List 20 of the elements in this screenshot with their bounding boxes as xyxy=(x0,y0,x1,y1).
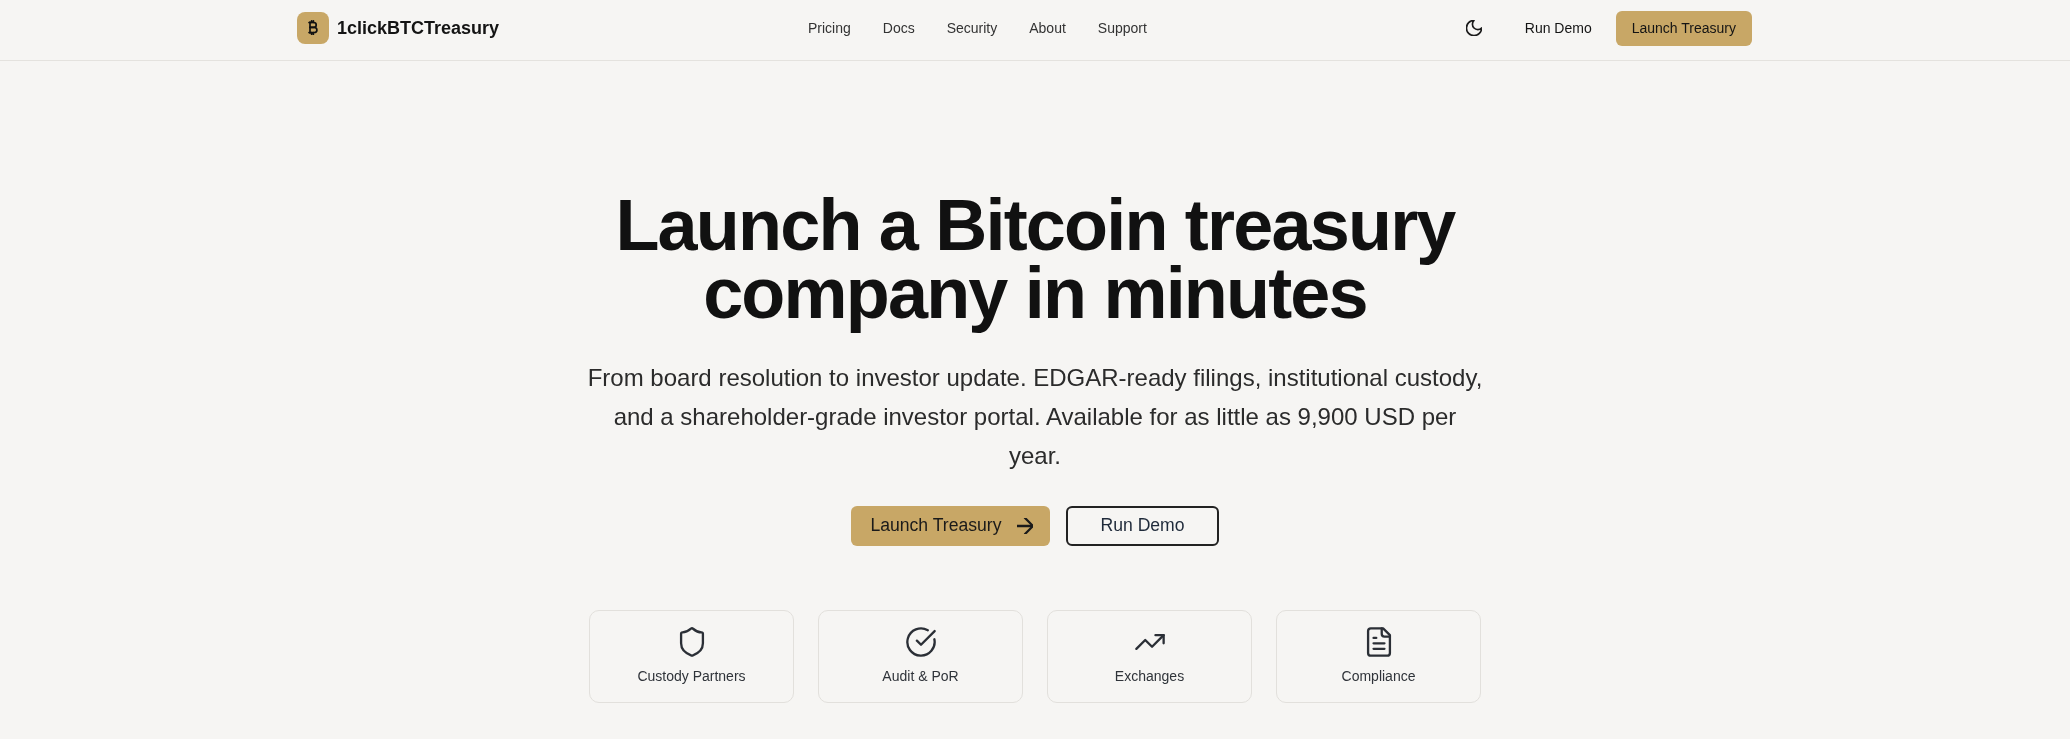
demo-button[interactable]: Run Demo xyxy=(1066,505,1219,546)
launch-button[interactable]: Launch Treasury xyxy=(1615,10,1752,46)
nav-link[interactable]: Docs xyxy=(882,20,915,36)
feature-label: Exchanges xyxy=(1114,666,1185,686)
hero-subtitle: From board resolution to investor update. EDGAR-ready filings, institutional custody, and a shareholder-grade investor portal. Available for as little as 9,900 USD per year. xyxy=(586,362,1484,471)
nav-link[interactable]: Support xyxy=(1097,20,1147,36)
feature-label: Audit & PoR xyxy=(882,666,959,686)
feature-label: Custody Partners xyxy=(637,666,746,686)
check-circle-icon xyxy=(905,626,936,657)
bitcoin-icon xyxy=(297,12,329,44)
brand-name: 1clickBTCTreasury xyxy=(337,17,500,39)
moon-icon xyxy=(1465,20,1482,36)
launch-button[interactable]: Launch Treasury xyxy=(851,505,1051,546)
nav-link[interactable]: Security xyxy=(946,20,998,36)
arrow-right-icon xyxy=(1017,517,1034,534)
demo-button[interactable]: Run Demo xyxy=(1508,10,1608,46)
hero-title: Launch a Bitcoin treasury company in minutes xyxy=(614,191,1457,336)
nav-link[interactable]: Pricing xyxy=(807,20,851,36)
nav-link[interactable]: About xyxy=(1029,20,1066,36)
feature-label: Compliance xyxy=(1341,666,1416,686)
